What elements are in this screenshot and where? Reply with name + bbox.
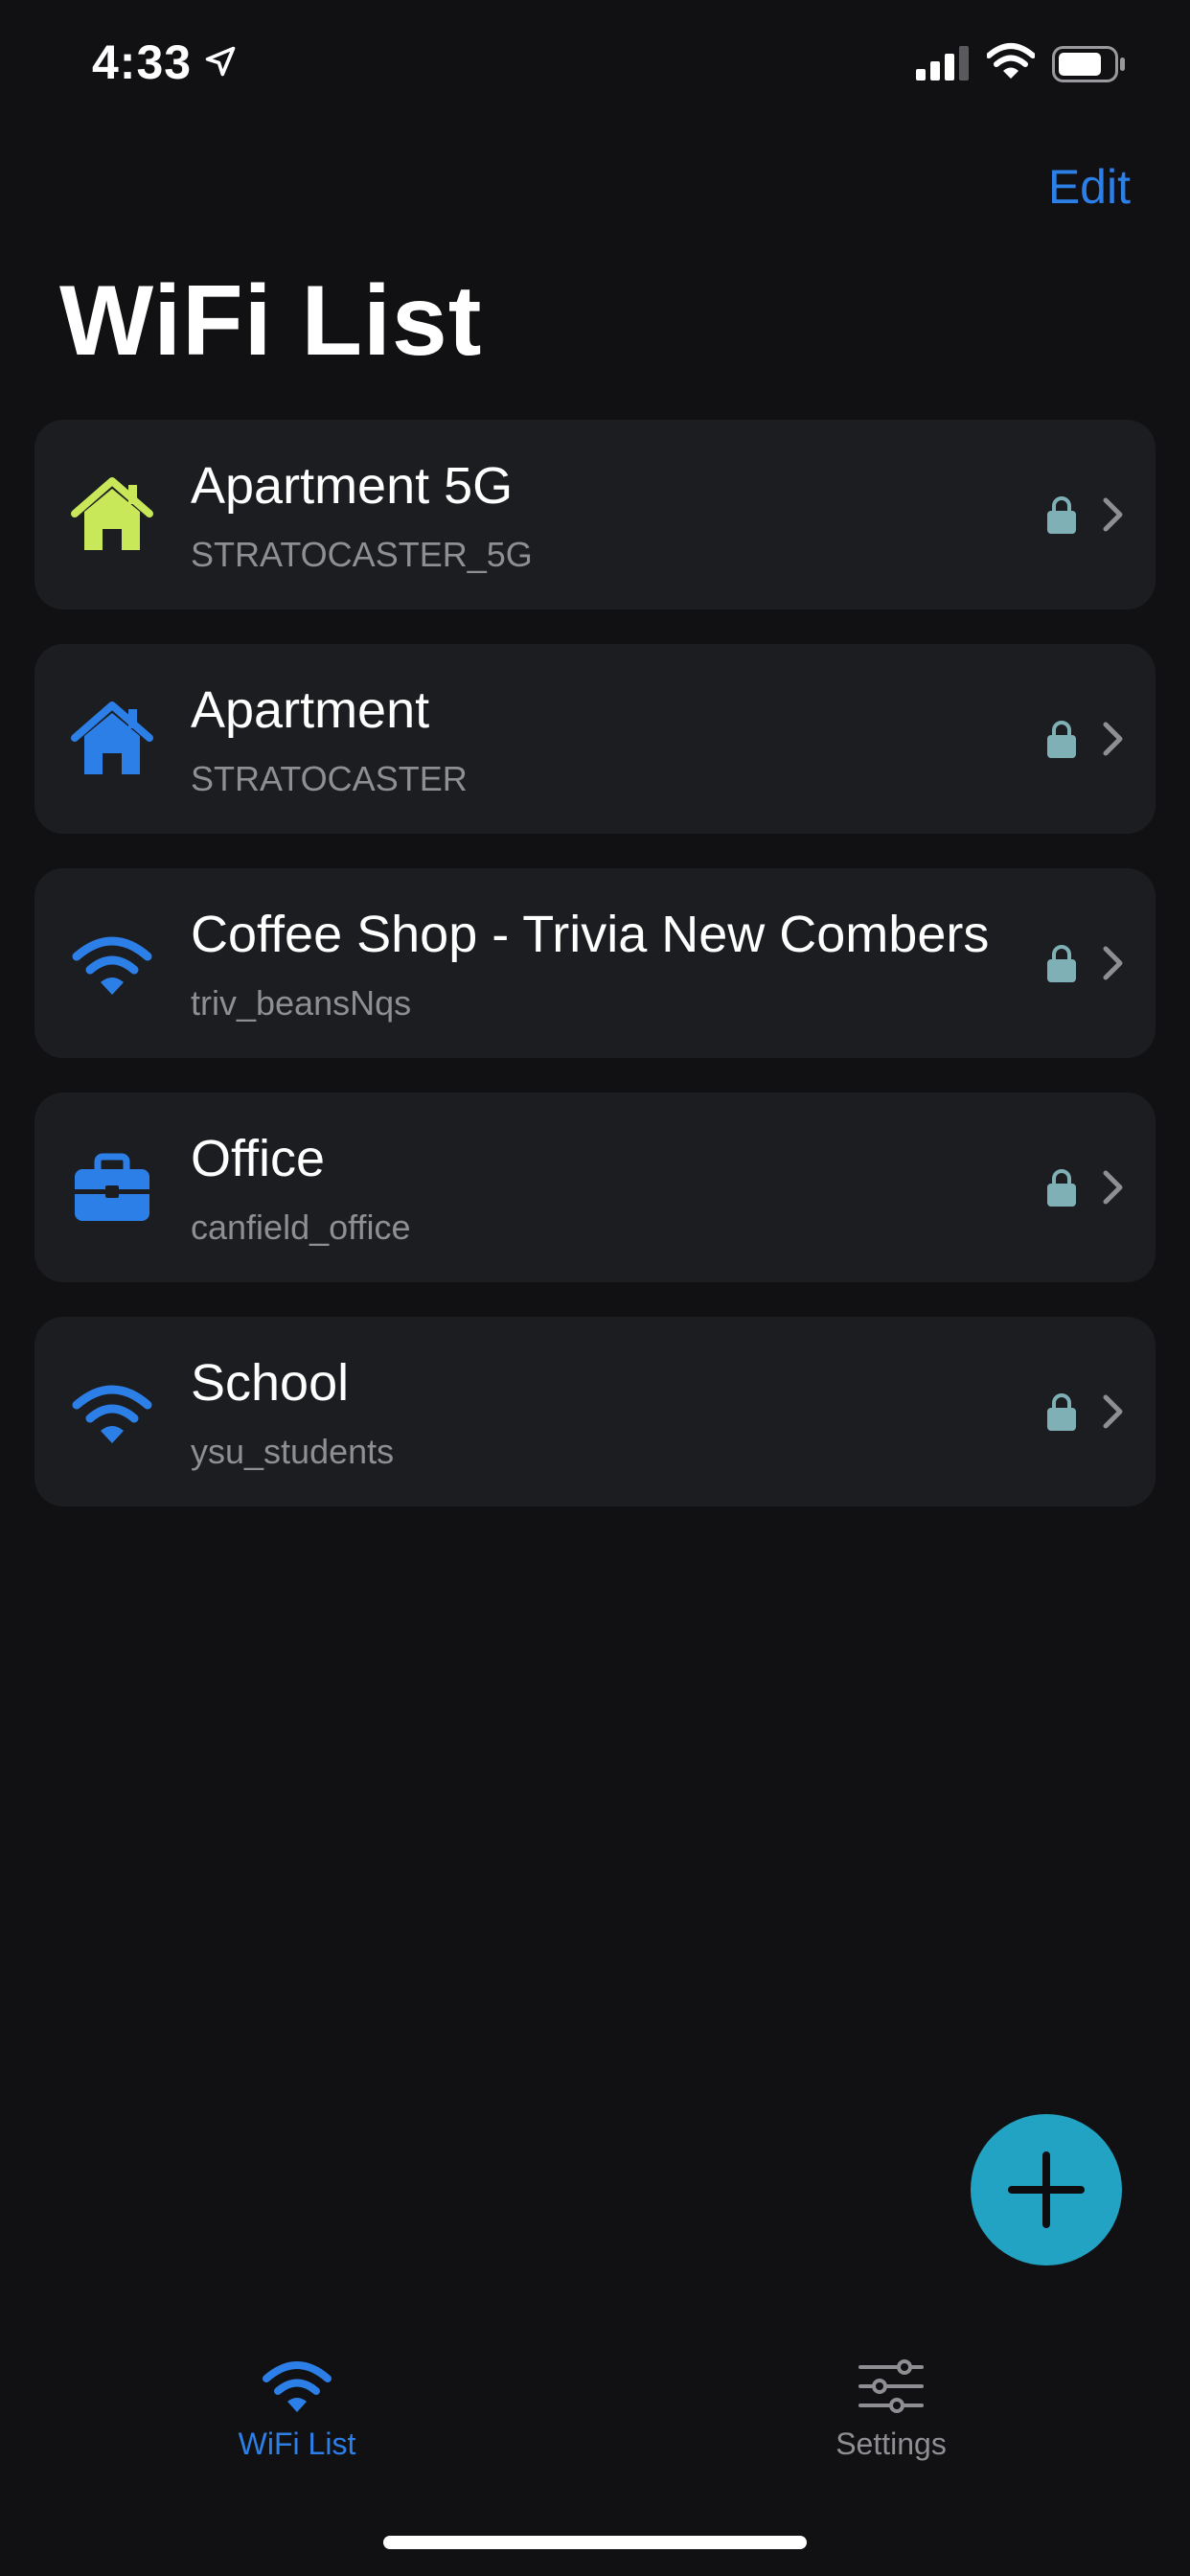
home-icon (69, 696, 155, 782)
network-name: Coffee Shop - Trivia New Combers (191, 906, 990, 963)
lock-icon (1047, 496, 1076, 534)
chevron-right-icon (1103, 722, 1123, 756)
chevron-right-icon (1103, 946, 1123, 980)
lock-icon (1047, 1393, 1076, 1431)
page-title: WiFi List (59, 265, 483, 377)
tab-label: WiFi List (238, 2426, 356, 2461)
status-bar: 4:33 (0, 0, 1190, 125)
lock-icon (1047, 721, 1076, 758)
briefcase-icon (69, 1144, 155, 1230)
battery-icon (1052, 46, 1125, 82)
wifi-list-item[interactable]: Office canfield_office (34, 1092, 1156, 1282)
lock-icon (1047, 1169, 1076, 1207)
network-ssid: triv_beansNqs (191, 983, 412, 1023)
network-name: Office (191, 1130, 326, 1187)
home-icon (69, 472, 155, 558)
network-ssid: STRATOCASTER_5G (191, 535, 533, 574)
sliders-icon (858, 2359, 924, 2413)
tab-label: Settings (835, 2426, 947, 2461)
home-indicator (383, 2536, 807, 2549)
wifi-icon (987, 43, 1035, 79)
chevron-right-icon (1103, 1394, 1123, 1429)
tab-bar: WiFi List Settings (0, 2338, 1190, 2492)
wifi-icon (69, 1368, 155, 1455)
network-name: Apartment (191, 681, 430, 739)
wifi-list-item[interactable]: Apartment STRATOCASTER (34, 644, 1156, 834)
wifi-list-item[interactable]: School ysu_students (34, 1317, 1156, 1506)
wifi-list-item[interactable]: Coffee Shop - Trivia New Combers triv_be… (34, 868, 1156, 1058)
wifi-icon (69, 920, 155, 1006)
add-network-button[interactable] (971, 2114, 1122, 2266)
location-arrow-icon (205, 46, 236, 77)
wifi-list: Apartment 5G STRATOCASTER_5G Apartment S… (34, 420, 1156, 1541)
network-ssid: canfield_office (191, 1208, 411, 1247)
cellular-signal-icon (916, 46, 969, 80)
network-name: School (191, 1354, 350, 1412)
chevron-right-icon (1103, 1170, 1123, 1205)
status-time: 4:33 (92, 35, 193, 89)
plus-icon (1008, 2151, 1085, 2228)
edit-button[interactable]: Edit (1048, 159, 1131, 215)
wifi-list-item[interactable]: Apartment 5G STRATOCASTER_5G (34, 420, 1156, 610)
wifi-icon (263, 2361, 332, 2412)
tab-wifi-list[interactable]: WiFi List (153, 2338, 441, 2462)
tab-settings[interactable]: Settings (747, 2338, 1035, 2462)
lock-icon (1047, 945, 1076, 982)
network-ssid: ysu_students (191, 1432, 395, 1471)
network-ssid: STRATOCASTER (191, 759, 468, 798)
network-name: Apartment 5G (191, 457, 514, 515)
chevron-right-icon (1103, 497, 1123, 532)
